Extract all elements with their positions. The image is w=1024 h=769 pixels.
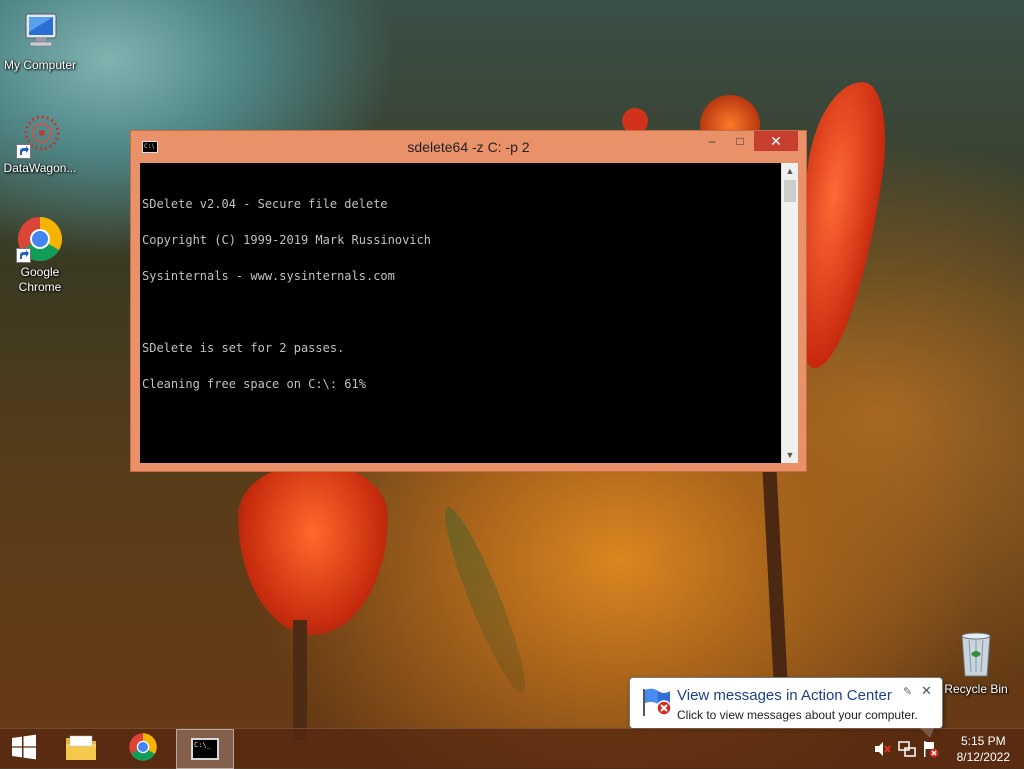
shortcut-arrow-icon — [16, 144, 31, 159]
cmd-icon: C:\_ — [191, 738, 219, 760]
chrome-icon — [128, 732, 158, 767]
close-button[interactable]: ✕ — [754, 131, 798, 151]
desktop-icon-recycle-bin[interactable]: Recycle Bin — [940, 630, 1012, 696]
recycle-bin-icon — [956, 630, 996, 678]
notification-close-icon[interactable]: ✕ — [921, 683, 932, 699]
console-line: SDelete v2.04 - Secure file delete — [142, 197, 388, 211]
console-line: Sysinternals - www.sysinternals.com — [142, 269, 395, 283]
shortcut-arrow-icon — [16, 248, 31, 263]
taskbar-chrome[interactable] — [115, 729, 171, 769]
vertical-scrollbar[interactable]: ▲ ▼ — [781, 163, 798, 463]
taskbar-command-prompt[interactable]: C:\_ — [176, 729, 234, 769]
wallpaper-stem — [761, 459, 789, 691]
maximize-button[interactable]: □ — [726, 131, 754, 151]
console-line: Copyright (C) 1999-2019 Mark Russinovich — [142, 233, 431, 247]
desktop-icon-google-chrome[interactable]: Google Chrome — [0, 215, 80, 295]
volume-muted-icon[interactable] — [872, 739, 892, 759]
wallpaper-stem-lower — [293, 620, 307, 740]
clock-time: 5:15 PM — [960, 734, 1006, 748]
taskbar-file-explorer[interactable] — [53, 729, 109, 769]
console-line: SDelete is set for 2 passes. — [142, 341, 345, 355]
taskbar-clock[interactable]: 5:15 PM 8/12/2022 — [957, 733, 1010, 765]
clock-date: 8/12/2022 — [956, 750, 1010, 764]
settings-wrench-icon[interactable]: ✎ — [903, 685, 912, 698]
taskbar: C:\_ 5:15 PM 8/12/2022 — [0, 728, 1024, 769]
scrollbar-thumb[interactable] — [784, 180, 796, 202]
windows-logo-icon — [11, 734, 37, 765]
desktop-icon-label: DataWagon... — [3, 161, 77, 175]
window-titlebar[interactable]: C:\ sdelete64 -z C: -p 2 – □ ✕ — [131, 131, 806, 163]
desktop-icon-datawagon[interactable]: DataWagon... — [0, 111, 80, 176]
start-button[interactable] — [0, 729, 48, 769]
scroll-up-arrow-icon[interactable]: ▲ — [782, 163, 798, 179]
datawagon-icon — [16, 111, 64, 159]
desktop-icon-label: Recycle Bin — [944, 682, 1008, 696]
desktop-icon-my-computer[interactable]: My Computer — [0, 8, 80, 73]
action-center-notification[interactable]: View messages in Action Center Click to … — [629, 677, 943, 738]
wallpaper-tulip-lower — [238, 465, 388, 635]
minimize-button[interactable]: – — [698, 131, 726, 151]
desktop-icon-label: My Computer — [3, 58, 77, 72]
console-line: Cleaning free space on C:\: 61% — [142, 377, 366, 391]
notification-title[interactable]: View messages in Action Center — [677, 687, 892, 704]
wallpaper-leaf — [433, 501, 537, 699]
action-center-flag-icon — [640, 687, 674, 717]
console-window[interactable]: C:\ sdelete64 -z C: -p 2 – □ ✕ SDelete v… — [130, 130, 807, 472]
desktop-icon-label: Google Chrome — [18, 265, 62, 294]
notification-text: Click to view messages about your comput… — [677, 708, 918, 722]
folder-icon — [64, 732, 98, 767]
console-output[interactable]: SDelete v2.04 - Secure file delete Copyr… — [140, 163, 781, 463]
my-computer-icon — [16, 8, 64, 56]
chrome-icon — [16, 215, 64, 263]
scroll-down-arrow-icon[interactable]: ▼ — [782, 447, 798, 463]
action-center-flag-icon[interactable] — [921, 739, 941, 759]
network-icon[interactable] — [897, 739, 917, 759]
